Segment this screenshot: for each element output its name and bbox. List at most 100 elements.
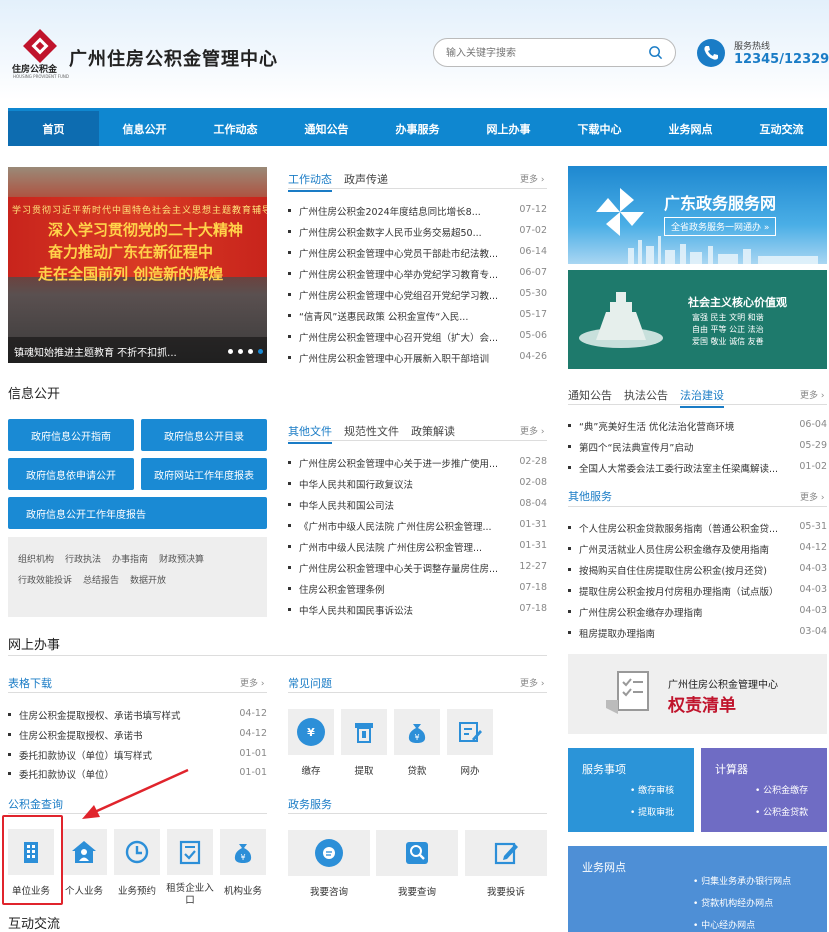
list-item[interactable]: 广州住房公积金2024年度结息同比增长8... 07-12	[288, 204, 547, 218]
outlet-link[interactable]: • 中心经办网点	[693, 918, 755, 931]
list-item[interactable]: “典”亮美好生活 优化法治化营商环境 06-04	[568, 419, 827, 433]
list-item[interactable]: 提取住房公积金按月付房租办理指南（试点版） 04-03	[568, 584, 827, 598]
list-item[interactable]: “信青风”送惠民政策 公积金宣传“入民... 05-17	[288, 309, 547, 323]
list-item[interactable]: 广州住房公积金管理中心开展新入职干部培训 04-26	[288, 351, 547, 365]
link-budget[interactable]: 财政预决算	[159, 552, 204, 565]
list-item[interactable]: 广州市中级人民法院 广州住房公积金管理... 01-31	[288, 540, 547, 554]
search-icon[interactable]	[648, 45, 663, 60]
carousel-dot[interactable]	[258, 349, 263, 354]
faq-more-link[interactable]: 更多 ›	[520, 676, 544, 689]
gov-complaint-button[interactable]	[465, 830, 547, 876]
query-personal-button[interactable]	[61, 829, 107, 875]
list-item[interactable]: 住房公积金提取授权、承诺书 04-12	[8, 728, 267, 742]
link-org[interactable]: 组织机构	[18, 552, 54, 565]
carousel-dot[interactable]	[248, 349, 253, 354]
service-items-card[interactable]: 服务事项 • 缴存审核 • 提取审批	[568, 748, 694, 832]
list-item[interactable]: 租房提取办理指南 03-04	[568, 626, 827, 640]
list-item[interactable]: 全国人大常委会法工委行政法室主任梁鹰解读... 01-02	[568, 461, 827, 475]
item-date: 05-29	[799, 440, 827, 451]
site-logo[interactable]: 住房公积金 HOUSING PROVIDENT FUND	[12, 29, 70, 79]
list-item[interactable]: 委托扣款协议（单位）填写样式 01-01	[8, 748, 267, 762]
other-services-title[interactable]: 其他服务	[568, 488, 612, 504]
nav-online[interactable]: 网上办事	[463, 108, 554, 146]
link-enforcement[interactable]: 行政执法	[65, 552, 101, 565]
gd-gov-service-banner[interactable]: 广东政务服务网 全省政务服务一网通办 »	[568, 166, 827, 264]
info-guide-button[interactable]: 政府信息公开指南	[8, 419, 134, 451]
service-item-link[interactable]: • 提取审批	[630, 805, 674, 818]
outlets-card[interactable]: 业务网点 • 归集业务承办银行网点 • 贷款机构经办网点 • 中心经办网点	[568, 846, 827, 932]
forms-title[interactable]: 表格下载	[8, 675, 52, 691]
gov-consult-button[interactable]	[288, 830, 370, 876]
query-rental-button[interactable]	[167, 829, 213, 875]
nav-work-news[interactable]: 工作动态	[190, 108, 281, 146]
link-open-data[interactable]: 数据开放	[130, 573, 166, 586]
list-item[interactable]: 广州住房公积金管理中心举办党纪学习教育专... 06-07	[288, 267, 547, 281]
list-item[interactable]: 中华人民共和国公司法 08-04	[288, 498, 547, 512]
city-skyline-icon	[628, 236, 818, 264]
item-title: 广州住房公积金管理中心关于进一步推广使用...	[299, 459, 499, 470]
list-item[interactable]: 中华人民共和国民事诉讼法 07-18	[288, 603, 547, 617]
power-list-banner[interactable]: 广州住房公积金管理中心 权责清单	[568, 654, 827, 734]
item-date: 12-27	[519, 561, 547, 572]
item-title: 广州住房公积金数字人民币业务交易超50...	[299, 228, 482, 239]
carousel-dot[interactable]	[238, 349, 243, 354]
item-date: 04-12	[239, 728, 267, 739]
faq-loan-button[interactable]: ¥	[394, 709, 440, 755]
notice-more-link[interactable]: 更多 ›	[800, 388, 824, 401]
list-item[interactable]: 按揭购买自住住房提取住房公积金(按月还贷) 04-03	[568, 563, 827, 577]
nav-interact[interactable]: 互动交流	[736, 108, 827, 146]
search-input[interactable]	[446, 45, 636, 61]
list-item[interactable]: 广州住房公积金管理中心关于调整存量房住房... 12-27	[288, 561, 547, 575]
calculator-link[interactable]: • 公积金缴存	[755, 783, 808, 796]
service-item-link[interactable]: • 缴存审核	[630, 783, 674, 796]
item-title: 广州住房公积金管理中心关于调整存量房住房...	[299, 564, 499, 575]
docs-more-link[interactable]: 更多 ›	[520, 424, 544, 437]
item-date: 01-02	[799, 461, 827, 472]
info-request-button[interactable]: 政府信息依申请公开	[8, 458, 134, 490]
list-item[interactable]: 住房公积金管理条例 07-18	[288, 582, 547, 596]
faq-title[interactable]: 常见问题	[288, 675, 332, 691]
list-item[interactable]: 广州住房公积金缴存办理指南 04-03	[568, 605, 827, 619]
list-item[interactable]: 住房公积金提取授权、承诺书填写样式 04-12	[8, 708, 267, 722]
query-institution-button[interactable]: ¥	[220, 829, 266, 875]
list-item[interactable]: 广州住房公积金管理中心党组召开党纪学习教... 05-30	[288, 288, 547, 302]
nav-notices[interactable]: 通知公告	[281, 108, 372, 146]
list-item[interactable]: 广州住房公积金管理中心关于进一步推广使用... 02-28	[288, 456, 547, 470]
link-label: 贷款机构经办网点	[701, 899, 774, 909]
calculator-link[interactable]: • 公积金贷款	[755, 805, 808, 818]
outlet-link[interactable]: • 归集业务承办银行网点	[693, 874, 791, 887]
carousel-dot[interactable]	[228, 349, 233, 354]
link-summary[interactable]: 总结报告	[83, 573, 119, 586]
news-more-link[interactable]: 更多 ›	[520, 172, 544, 185]
outlet-link[interactable]: • 贷款机构经办网点	[693, 896, 773, 909]
nav-home[interactable]: 首页	[8, 108, 99, 146]
list-item[interactable]: 广州住房公积金数字人民币业务交易超50... 07-02	[288, 225, 547, 239]
other-more-link[interactable]: 更多 ›	[800, 490, 824, 503]
list-item[interactable]: 广州住房公积金管理中心党员干部赴市纪法教... 06-14	[288, 246, 547, 260]
faq-withdraw-button[interactable]	[341, 709, 387, 755]
core-values-banner[interactable]: 社会主义核心价值观 富强 民主 文明 和谐 自由 平等 公正 法治 爱国 敬业 …	[568, 270, 827, 369]
info-catalog-button[interactable]: 政府信息公开目录	[141, 419, 267, 451]
forms-more-link[interactable]: 更多 ›	[240, 676, 264, 689]
query-appointment-button[interactable]	[114, 829, 160, 875]
nav-services[interactable]: 办事服务	[372, 108, 463, 146]
link-complaint[interactable]: 行政效能投诉	[18, 573, 72, 586]
gov-query-button[interactable]	[376, 830, 458, 876]
link-guide[interactable]: 办事指南	[112, 552, 148, 565]
list-item[interactable]: 中华人民共和国行政复议法 02-08	[288, 477, 547, 491]
list-item[interactable]: 第四个“民法典宣传月”启动 05-29	[568, 440, 827, 454]
info-annual-report-button[interactable]: 政府信息公开工作年度报告	[8, 497, 267, 529]
query-label: 业务预约	[117, 886, 156, 897]
list-item[interactable]: 个人住房公积金贷款服务指南（普通公积金贷... 05-31	[568, 521, 827, 535]
faq-deposit-button[interactable]: ¥	[288, 709, 334, 755]
list-item[interactable]: 广州住房公积金管理中心召开党组（扩大）会... 05-06	[288, 330, 547, 344]
nav-info-open[interactable]: 信息公开	[99, 108, 190, 146]
faq-online-button[interactable]	[447, 709, 493, 755]
list-item[interactable]: 广州灵活就业人员住房公积金缴存及使用指南 04-12	[568, 542, 827, 556]
news-carousel[interactable]: 学习贯彻习近平新时代中国特色社会主义思想主题教育辅导讲座 深入学习贯彻党的二十大…	[8, 167, 267, 363]
list-item[interactable]: 《广州市中级人民法院 广州住房公积金管理... 01-31	[288, 519, 547, 533]
calculator-card[interactable]: 计算器 • 公积金缴存 • 公积金贷款	[701, 748, 827, 832]
nav-downloads[interactable]: 下载中心	[554, 108, 645, 146]
website-annual-report-button[interactable]: 政府网站工作年度报表	[141, 458, 267, 490]
nav-outlets[interactable]: 业务网点	[645, 108, 736, 146]
